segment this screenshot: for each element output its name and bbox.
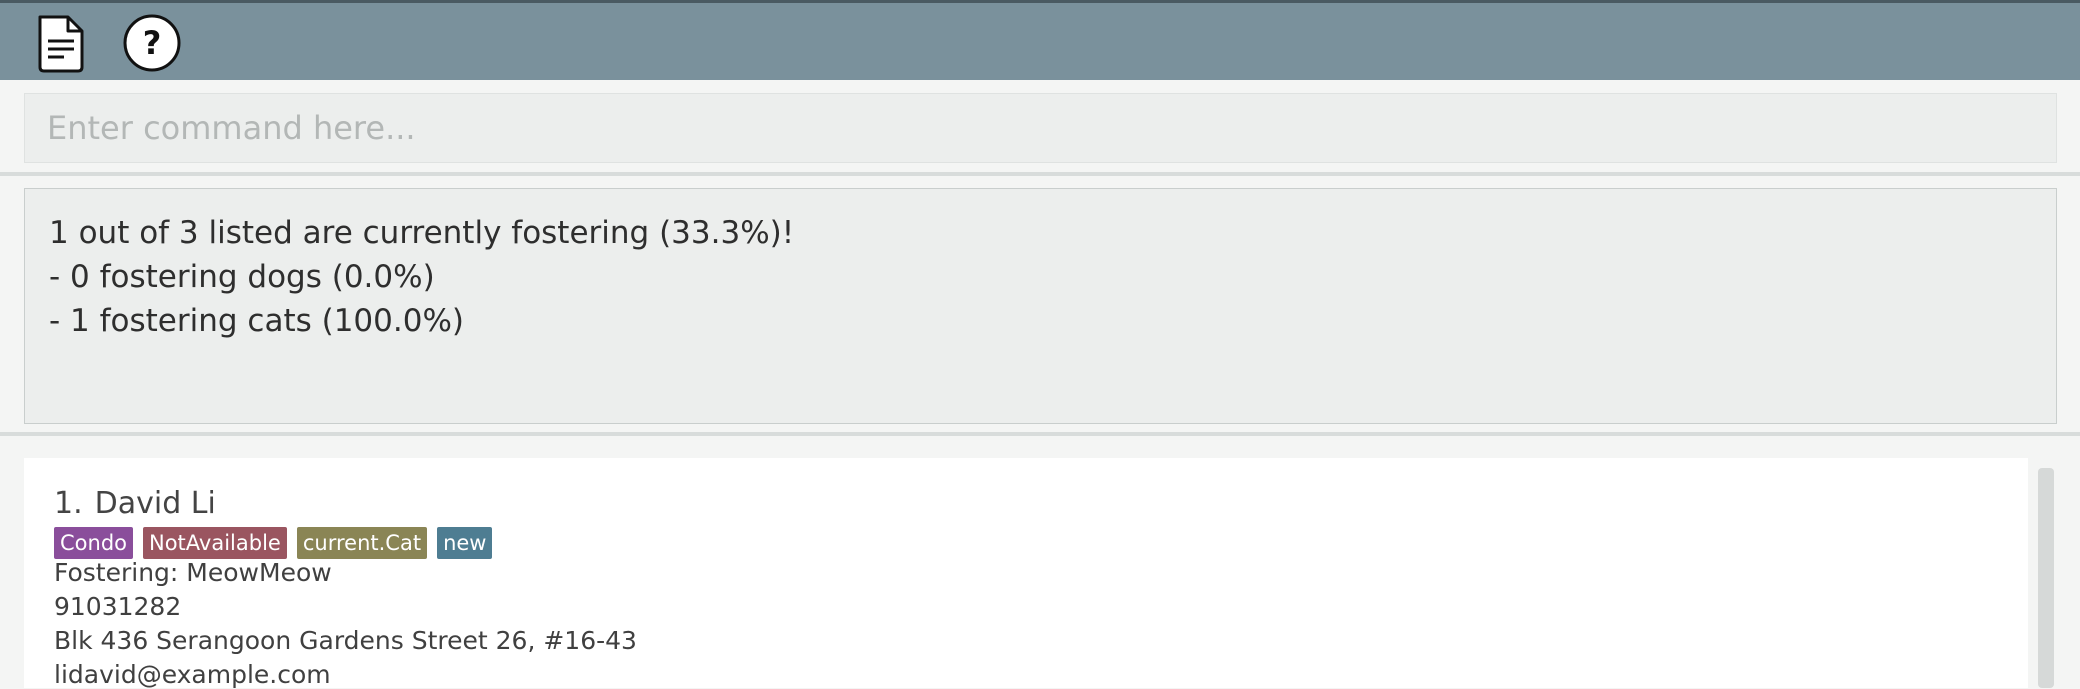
help-icon[interactable]: ? (122, 13, 182, 73)
document-icon[interactable] (32, 13, 92, 73)
person-card[interactable]: 1. David Li Condo NotAvailable current.Ca… (24, 458, 2028, 689)
fostering-text: Fostering: MeowMeow (54, 558, 332, 587)
result-display: 1 out of 3 listed are currently fosterin… (24, 188, 2057, 424)
result-line: - 0 fostering dogs (0.0%) (49, 259, 435, 295)
scrollbar[interactable] (2032, 464, 2060, 688)
person-index: 1. (54, 486, 83, 521)
email-text: lidavid@example.com (54, 660, 331, 689)
tag-list: Condo NotAvailable current.Cat new (54, 527, 493, 559)
command-box (0, 84, 2080, 176)
toolbar: ? (0, 0, 2080, 80)
command-input[interactable] (24, 93, 2057, 163)
person-list: 1. David Li Condo NotAvailable current.Ca… (0, 440, 2080, 689)
svg-text:?: ? (143, 24, 162, 62)
scrollbar-thumb[interactable] (2038, 468, 2054, 688)
result-line: - 1 fostering cats (100.0%) (49, 303, 465, 339)
person-name-text: David Li (94, 486, 216, 521)
tag: Condo (54, 527, 133, 559)
tag: NotAvailable (143, 527, 287, 559)
phone-text: 91031282 (54, 592, 182, 621)
address-text: Blk 436 Serangoon Gardens Street 26, #16… (54, 626, 637, 655)
result-panel: 1 out of 3 listed are currently fosterin… (0, 180, 2080, 436)
tag: new (437, 527, 493, 559)
person-name: 1. David Li (54, 486, 216, 521)
tag: current.Cat (296, 527, 428, 559)
result-line: 1 out of 3 listed are currently fosterin… (49, 215, 795, 251)
